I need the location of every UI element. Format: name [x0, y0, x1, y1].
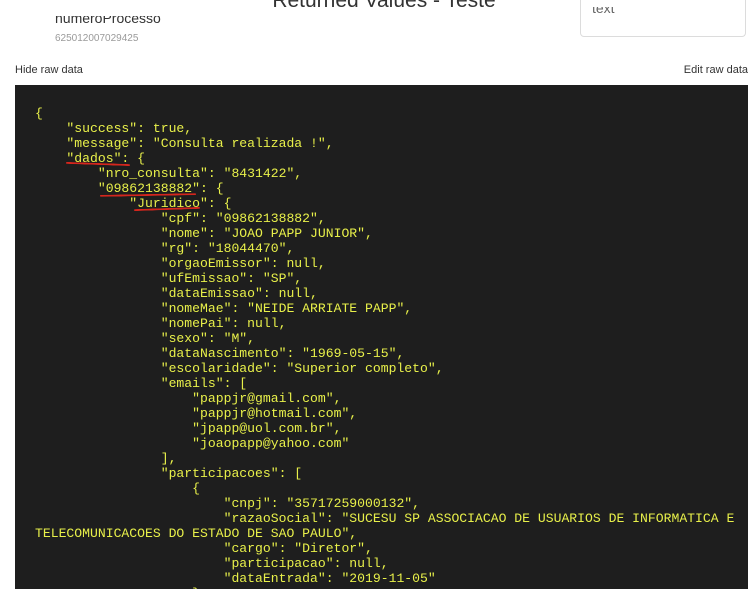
edit-raw-data-link[interactable]: Edit raw data [684, 64, 748, 76]
field-value: 625012007029425 [55, 33, 139, 44]
hide-raw-data-link[interactable]: Hide raw data [15, 64, 83, 76]
type-field[interactable]: text [580, 0, 746, 37]
raw-data-json: { "success": true, "message": "Consulta … [35, 106, 735, 589]
raw-data-panel[interactable]: { "success": true, "message": "Consulta … [15, 85, 748, 589]
field-label: númeroProcesso [55, 16, 161, 26]
type-field-value: text [592, 7, 615, 16]
